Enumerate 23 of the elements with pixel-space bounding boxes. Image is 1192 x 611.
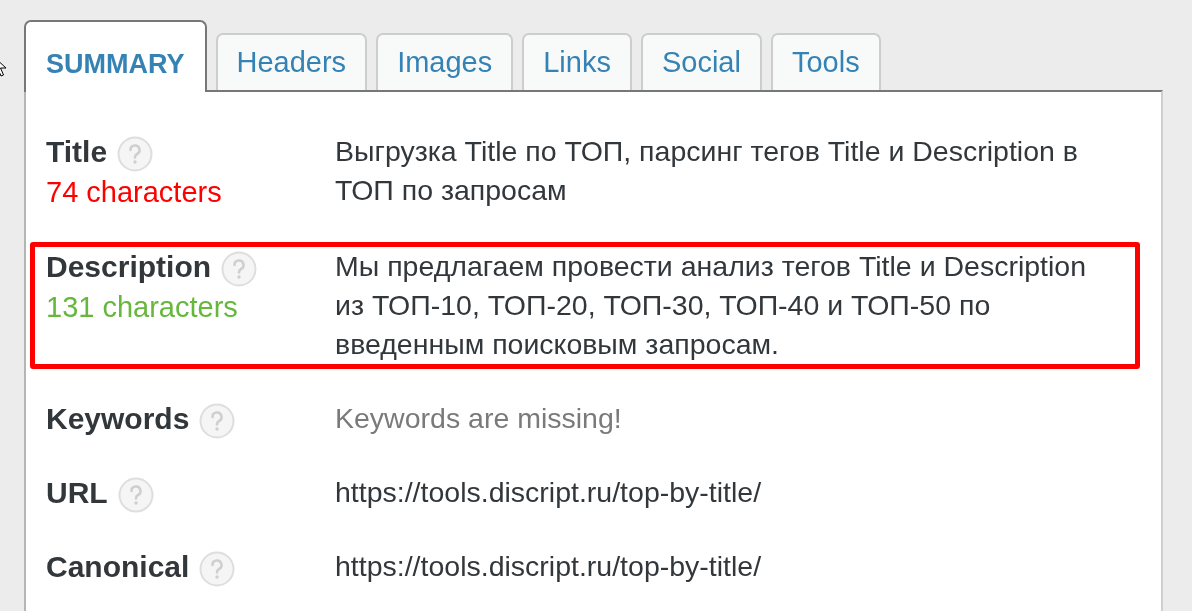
help-icon[interactable] (117, 477, 154, 513)
field-label: Description (46, 249, 212, 285)
field-value: https://tools.discript.ru/top-by-title/ (335, 475, 763, 510)
help-icon[interactable] (221, 251, 258, 287)
field-label: URL (46, 475, 108, 511)
help-icon[interactable] (117, 136, 154, 172)
tab[interactable]: SUMMARY (24, 20, 207, 92)
tab[interactable]: Tools (770, 33, 881, 90)
tab[interactable]: Headers (215, 33, 368, 90)
tab[interactable]: Images (376, 33, 514, 90)
tab[interactable]: Social (640, 33, 762, 90)
help-icon[interactable] (199, 551, 236, 587)
character-count: 131 characters (46, 290, 238, 325)
help-icon[interactable] (199, 403, 236, 439)
field-value: Мы предлагаем провести анализ тегов Title и Description из ТОП-10, ТОП-20, ТОП-30, ТОП-40 и ТОП-50 по введенным поисковым запросам. (335, 249, 1088, 362)
field-label: Title (46, 134, 108, 170)
tab[interactable]: Links (522, 33, 632, 90)
field-value: Keywords are missing! (335, 401, 623, 436)
character-count: 74 characters (46, 175, 222, 210)
field-label: Keywords (46, 401, 190, 437)
field-value: https://tools.discript.ru/top-by-title/ (335, 549, 763, 584)
field-value: Выгрузка Title по ТОП, парсинг тегов Title и Description в ТОП по запросам (335, 134, 1079, 208)
field-label: Canonical (46, 549, 190, 585)
